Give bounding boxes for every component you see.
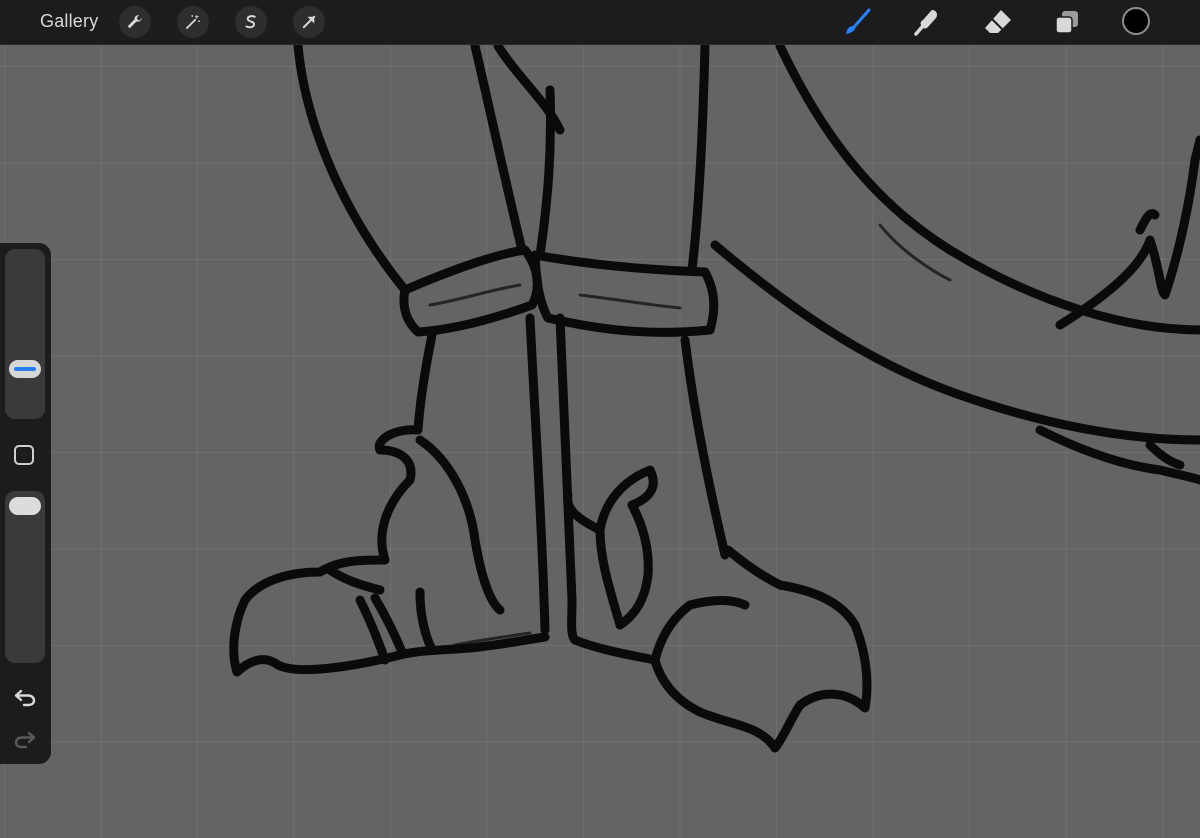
arrow-cursor-icon xyxy=(302,15,316,29)
layers-icon xyxy=(1055,11,1078,34)
drawing-canvas[interactable] xyxy=(0,44,1200,838)
opacity-slider[interactable] xyxy=(5,491,45,663)
magic-wand-icon xyxy=(186,14,200,29)
sidebar xyxy=(0,243,51,764)
sketch-artwork xyxy=(229,44,1200,753)
brush-tool-button[interactable] xyxy=(841,6,873,38)
undo-icon xyxy=(14,689,36,707)
adjustments-button[interactable] xyxy=(177,6,209,38)
undo-button[interactable] xyxy=(13,685,37,709)
gallery-button[interactable]: Gallery xyxy=(40,11,98,32)
top-toolbar: Gallery xyxy=(0,0,1200,45)
smudge-tool-button[interactable] xyxy=(910,6,942,38)
layers-button[interactable] xyxy=(1051,6,1083,38)
selection-button[interactable] xyxy=(235,6,267,38)
brush-icon xyxy=(846,8,871,34)
square-icon[interactable] xyxy=(14,445,34,465)
wrench-icon xyxy=(128,15,142,28)
opacity-thumb[interactable] xyxy=(9,497,41,515)
redo-icon xyxy=(14,731,36,749)
smudge-finger-icon xyxy=(914,10,937,36)
color-swatch-button[interactable] xyxy=(1122,7,1150,35)
eraser-icon xyxy=(985,10,1011,33)
brush-size-thumb[interactable] xyxy=(9,360,41,378)
eraser-tool-button[interactable] xyxy=(982,6,1014,38)
selection-s-icon xyxy=(245,15,256,29)
transform-button[interactable] xyxy=(293,6,325,38)
redo-button[interactable] xyxy=(13,727,37,751)
brush-size-slider[interactable] xyxy=(5,249,45,419)
actions-button[interactable] xyxy=(119,6,151,38)
